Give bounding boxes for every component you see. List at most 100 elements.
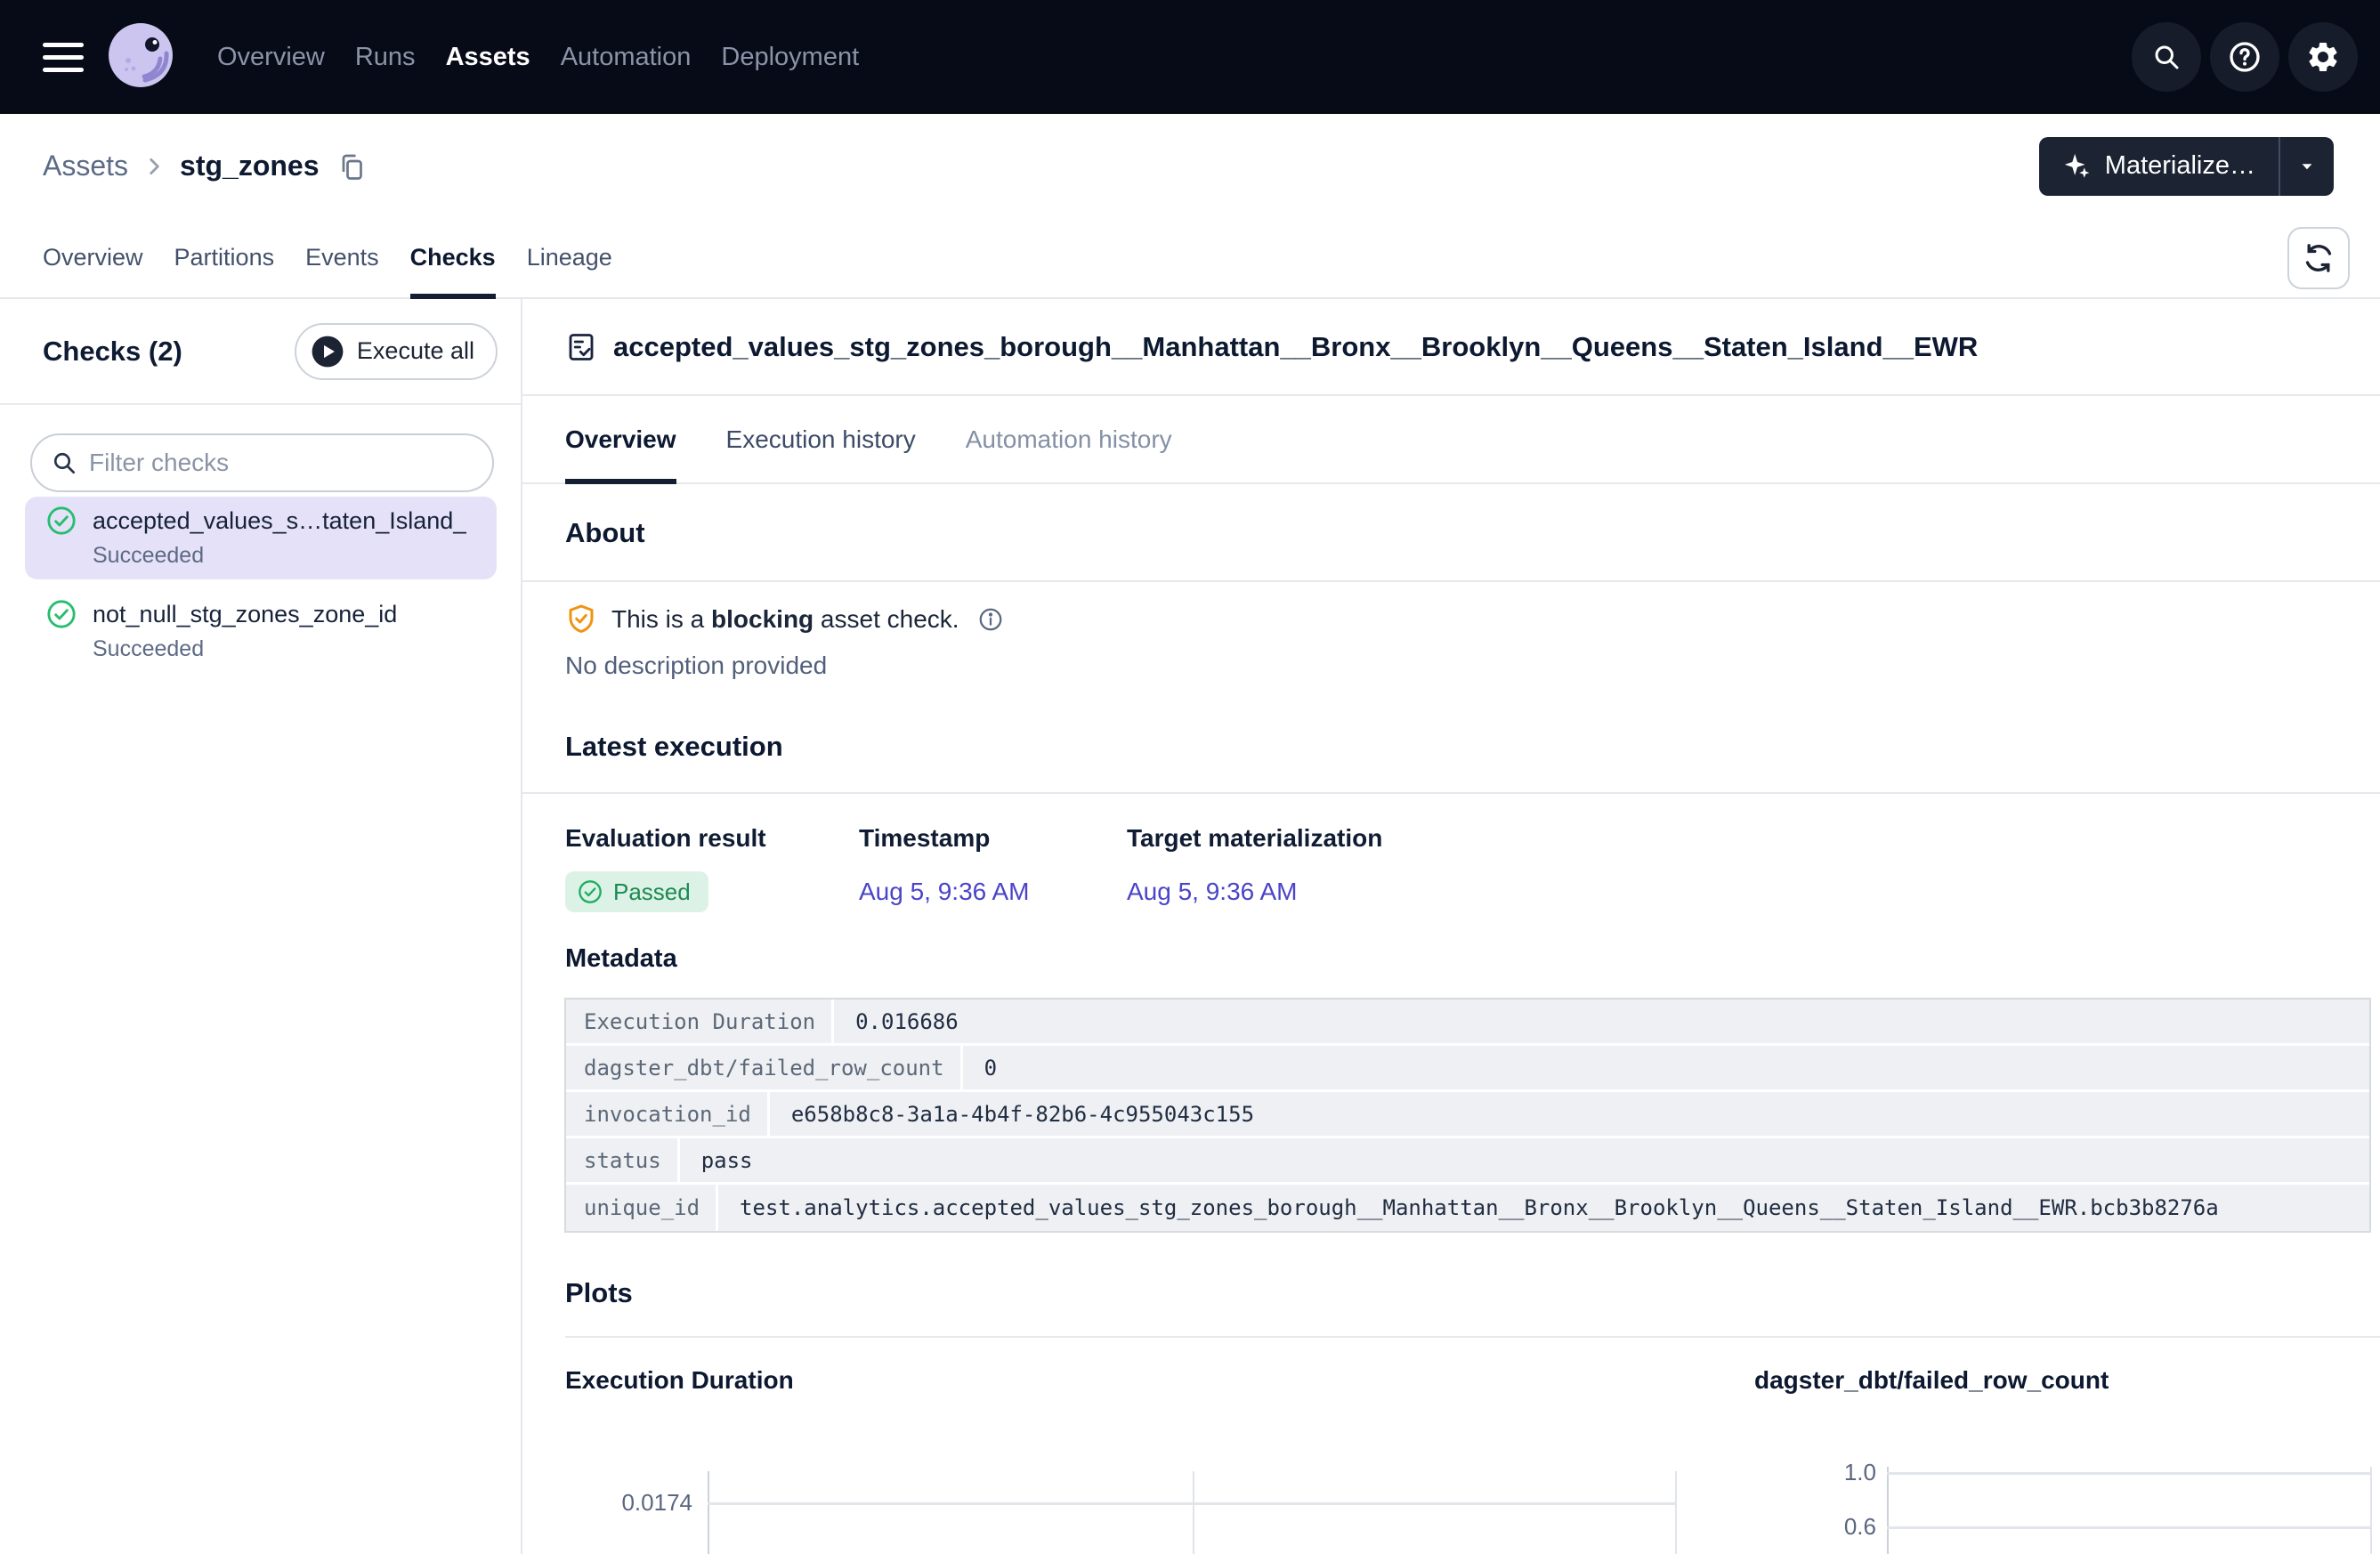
nav-runs[interactable]: Runs <box>355 43 416 72</box>
checks-sidebar: Checks (2) Execute all <box>0 299 522 1554</box>
check-circle-icon <box>46 599 77 629</box>
top-nav: Overview Runs Assets Automation Deployme… <box>0 0 2380 114</box>
plots-heading: Plots <box>565 1274 633 1313</box>
col-timestamp: Timestamp <box>859 819 990 858</box>
tab-partitions[interactable]: Partitions <box>174 218 275 297</box>
check-item-name: accepted_values_s…taten_Island_ <box>93 507 466 535</box>
nav-overview[interactable]: Overview <box>217 43 325 72</box>
check-tab-execution-history[interactable]: Execution history <box>726 396 916 482</box>
blocking-text: This is a blocking asset check. <box>611 605 959 634</box>
no-description-text: No description provided <box>565 648 827 684</box>
tab-checks[interactable]: Checks <box>410 218 496 297</box>
target-materialization-link[interactable]: Aug 5, 9:36 AM <box>1127 870 1297 913</box>
table-row: dagster_dbt/failed_row_count 0 <box>566 1046 2369 1092</box>
metadata-key: unique_id <box>566 1185 718 1231</box>
chart-title-failed-row-count: dagster_dbt/failed_row_count <box>1754 1363 2109 1398</box>
about-section-heading: About <box>522 486 2380 582</box>
tab-overview[interactable]: Overview <box>43 218 143 297</box>
dagster-app: Overview Runs Assets Automation Deployme… <box>0 0 2380 1554</box>
y-tick-label: 0.6 <box>1778 1513 1876 1540</box>
execute-all-label: Execute all <box>357 337 474 365</box>
sidebar-header: Checks (2) Execute all <box>0 299 521 405</box>
metadata-value: test.analytics.accepted_values_stg_zones… <box>718 1185 2369 1231</box>
check-title: accepted_values_stg_zones_borough__Manha… <box>613 331 1978 363</box>
nav-assets[interactable]: Assets <box>446 43 530 72</box>
refresh-button[interactable] <box>2287 227 2350 289</box>
materialize-dropdown-toggle[interactable] <box>2280 137 2334 196</box>
help-button[interactable] <box>2210 22 2279 92</box>
help-icon <box>2227 39 2263 75</box>
check-item-status: Succeeded <box>93 543 497 569</box>
dagster-logo-icon <box>105 21 176 93</box>
chart-title-execution-duration: Execution Duration <box>565 1363 794 1398</box>
copy-icon <box>336 150 368 182</box>
filter-checks-wrap <box>30 433 494 492</box>
chevron-right-icon <box>142 155 166 178</box>
check-item-status: Succeeded <box>93 636 497 662</box>
search-icon <box>2150 41 2182 73</box>
breadcrumb-assets-link[interactable]: Assets <box>43 150 128 182</box>
search-icon <box>50 449 78 482</box>
plots-title: Plots <box>565 1277 633 1309</box>
col-target-materialization: Target materialization <box>1127 819 1382 858</box>
play-circle-icon <box>311 335 344 368</box>
top-nav-links: Overview Runs Assets Automation Deployme… <box>217 43 859 72</box>
metadata-value: e658b8c8-3a1a-4b4f-82b6-4c955043c155 <box>770 1092 2369 1136</box>
check-list-item-accepted-values[interactable]: accepted_values_s…taten_Island_ Succeede… <box>25 497 497 579</box>
check-detail-panel: accepted_values_stg_zones_borough__Manha… <box>522 299 2380 1554</box>
gear-icon <box>2305 39 2341 75</box>
metadata-value: pass <box>680 1138 2369 1182</box>
check-tab-automation-history[interactable]: Automation history <box>966 396 1172 482</box>
y-tick-label: 0.0174 <box>576 1489 692 1516</box>
materialize-label: Materialize… <box>2105 151 2255 181</box>
asset-tabs: Overview Partitions Events Checks Lineag… <box>0 218 2380 299</box>
check-title-row: accepted_values_stg_zones_borough__Manha… <box>522 299 2380 396</box>
refresh-icon <box>2301 240 2336 276</box>
execute-all-button[interactable]: Execute all <box>295 323 498 380</box>
check-item-name: not_null_stg_zones_zone_id <box>93 601 397 628</box>
col-evaluation-result: Evaluation result <box>565 819 766 858</box>
timestamp-link[interactable]: Aug 5, 9:36 AM <box>859 870 1029 913</box>
materialize-split-button: Materialize… <box>2039 137 2334 196</box>
metadata-table: Execution Duration 0.016686 dagster_dbt/… <box>564 998 2371 1233</box>
checks-count-title: Checks (2) <box>43 336 182 368</box>
content-area: Checks (2) Execute all <box>0 299 2380 1554</box>
settings-button[interactable] <box>2288 22 2358 92</box>
table-row: unique_id test.analytics.accepted_values… <box>566 1185 2369 1231</box>
breadcrumb-current: stg_zones <box>180 150 319 182</box>
caret-down-icon <box>2295 155 2319 178</box>
info-icon[interactable] <box>977 606 1004 633</box>
tab-lineage[interactable]: Lineage <box>527 218 612 297</box>
hamburger-menu-icon[interactable] <box>43 43 84 72</box>
check-list-item-not-null[interactable]: not_null_stg_zones_zone_id Succeeded <box>25 590 497 673</box>
check-list: accepted_values_s…taten_Island_ Succeede… <box>0 497 521 673</box>
latest-execution-title: Latest execution <box>565 731 783 763</box>
metadata-value: 0 <box>963 1046 2369 1089</box>
latest-execution-values: Passed Aug 5, 9:36 AM Aug 5, 9:36 AM <box>522 870 2380 913</box>
materialize-button[interactable]: Materialize… <box>2039 137 2279 196</box>
sparkle-icon <box>2062 151 2093 182</box>
checklist-icon <box>565 331 597 363</box>
nav-deployment[interactable]: Deployment <box>721 43 859 72</box>
check-circle-icon <box>46 506 77 536</box>
latest-execution-columns: Evaluation result Timestamp Target mater… <box>522 819 2380 858</box>
nav-automation[interactable]: Automation <box>561 43 692 72</box>
check-tab-overview[interactable]: Overview <box>565 396 676 482</box>
metadata-key: status <box>566 1138 680 1182</box>
tab-events[interactable]: Events <box>305 218 379 297</box>
copy-button[interactable] <box>336 150 368 182</box>
search-button[interactable] <box>2132 22 2201 92</box>
shield-check-icon <box>565 603 597 635</box>
plots-section: Plots Execution Duration dagster_dbt/fai… <box>522 1274 2380 1554</box>
filter-checks-input[interactable] <box>30 433 494 492</box>
passed-status-badge: Passed <box>565 871 708 912</box>
metadata-key: Execution Duration <box>566 1000 834 1043</box>
check-detail-tabs: Overview Execution history Automation hi… <box>522 396 2380 484</box>
table-row: invocation_id e658b8c8-3a1a-4b4f-82b6-4c… <box>566 1092 2369 1138</box>
metadata-heading: Metadata <box>565 940 677 977</box>
blocking-note: This is a blocking asset check. <box>565 600 1004 639</box>
about-title: About <box>565 517 645 549</box>
metadata-value: 0.016686 <box>834 1000 2369 1043</box>
passed-label: Passed <box>613 878 691 906</box>
metadata-key: invocation_id <box>566 1092 770 1136</box>
